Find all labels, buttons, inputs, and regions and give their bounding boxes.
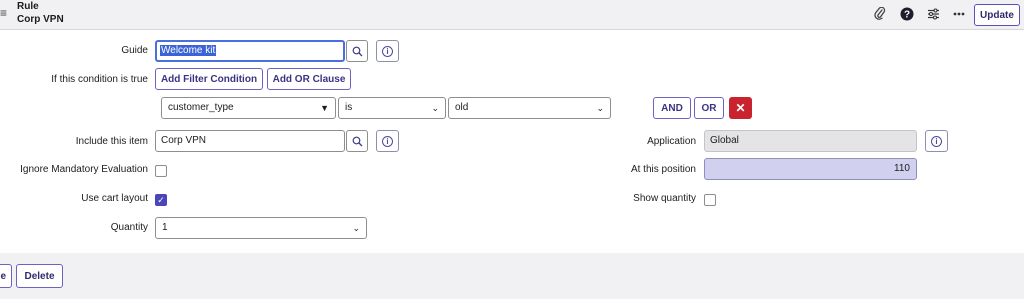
position-value: 110 <box>894 163 910 174</box>
include-item-lookup-button[interactable] <box>346 130 368 152</box>
condition-label: If this condition is true <box>51 74 148 85</box>
record-name-title: Corp VPN <box>17 14 64 25</box>
info-icon: i <box>931 135 942 147</box>
ignore-mandatory-label: Ignore Mandatory Evaluation <box>20 164 148 175</box>
record-type-title: Rule <box>17 1 39 12</box>
show-quantity-label: Show quantity <box>633 193 696 204</box>
and-button[interactable]: AND <box>653 97 691 119</box>
guide-label: Guide <box>121 45 148 56</box>
info-icon: i <box>382 45 393 57</box>
check-icon: ✓ <box>157 195 165 205</box>
paperclip-icon[interactable] <box>872 6 888 22</box>
quantity-select[interactable]: 1 ⌄ <box>155 217 367 239</box>
condition-field-select[interactable]: customer_type ▼ <box>161 97 336 119</box>
guide-input[interactable]: Welcome kit <box>155 40 345 62</box>
caret-down-icon: ▼ <box>320 103 329 113</box>
help-icon[interactable]: ? <box>899 6 915 22</box>
application-value: Global <box>710 135 739 146</box>
rule-form: Guide Welcome kit i If this condition is… <box>0 31 1024 253</box>
condition-value-select[interactable]: old ⌄ <box>448 97 611 119</box>
search-icon <box>352 46 362 56</box>
more-icon[interactable] <box>951 6 967 22</box>
form-header: ≡ Rule Corp VPN ? Update <box>0 0 1024 30</box>
include-item-info-button[interactable]: i <box>376 130 399 152</box>
delete-condition-button[interactable]: ✕ <box>729 97 752 119</box>
add-or-clause-button[interactable]: Add OR Clause <box>267 68 351 90</box>
quantity-value: 1 <box>162 222 168 233</box>
condition-operator-select[interactable]: is ⌄ <box>338 97 446 119</box>
position-label: At this position <box>630 164 696 175</box>
search-icon <box>352 136 362 146</box>
include-item-input[interactable]: Corp VPN <box>155 130 345 152</box>
update-button[interactable]: Update <box>974 4 1020 26</box>
info-icon: i <box>382 135 393 147</box>
condition-operator-value: is <box>345 102 353 113</box>
add-filter-condition-button[interactable]: Add Filter Condition <box>155 68 263 90</box>
partial-update-button[interactable]: e <box>0 264 12 288</box>
condition-field-value: customer_type <box>168 102 234 113</box>
application-info-button[interactable]: i <box>925 130 948 152</box>
condition-value-value: old <box>455 102 469 113</box>
form-footer: e Delete <box>0 253 1024 299</box>
chevron-down-icon: ⌄ <box>596 103 604 113</box>
application-label: Application <box>647 136 696 147</box>
guide-info-button[interactable]: i <box>376 40 399 62</box>
guide-value: Welcome kit <box>160 45 217 56</box>
show-quantity-checkbox[interactable] <box>704 194 716 206</box>
menu-icon[interactable]: ≡ <box>0 6 10 20</box>
or-button[interactable]: OR <box>694 97 724 119</box>
cart-layout-checkbox[interactable]: ✓ <box>155 194 167 206</box>
settings-sliders-icon[interactable] <box>925 6 941 22</box>
svg-text:?: ? <box>904 10 910 21</box>
quantity-label: Quantity <box>110 222 148 233</box>
delete-button[interactable]: Delete <box>16 264 63 288</box>
position-input[interactable]: 110 <box>704 158 917 180</box>
include-item-value: Corp VPN <box>161 135 207 146</box>
chevron-down-icon: ⌄ <box>352 223 360 233</box>
guide-lookup-button[interactable] <box>346 40 368 62</box>
include-item-label: Include this item <box>75 136 148 147</box>
close-icon: ✕ <box>735 101 746 115</box>
cart-layout-label: Use cart layout <box>81 193 148 204</box>
ignore-mandatory-checkbox[interactable] <box>155 165 167 177</box>
chevron-down-icon: ⌄ <box>431 103 439 113</box>
application-field: Global <box>704 130 917 152</box>
